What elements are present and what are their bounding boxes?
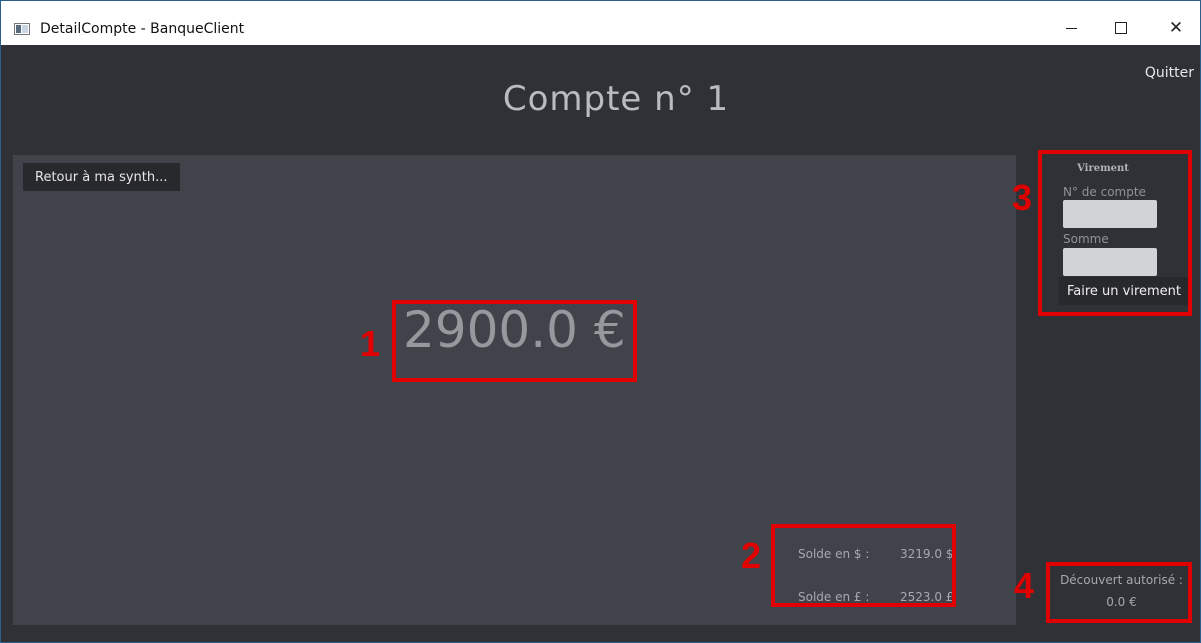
annotation-number-4: 4	[1014, 565, 1035, 606]
title-bar: DetailCompte - BanqueClient ✕	[1, 1, 1200, 45]
bottom-strip	[1, 625, 1200, 642]
minimize-button[interactable]	[1051, 11, 1091, 45]
app-window-icon	[14, 23, 30, 35]
annotation-box-3	[1038, 150, 1192, 316]
close-icon: ✕	[1168, 18, 1184, 38]
maximize-button[interactable]	[1101, 11, 1141, 45]
annotation-number-3: 3	[1012, 177, 1033, 218]
header: Compte n° 1 Quitter	[1, 45, 1200, 155]
minimize-icon	[1065, 27, 1077, 29]
close-button[interactable]: ✕	[1156, 11, 1196, 45]
annotation-box-4	[1046, 562, 1192, 623]
page-title: Compte n° 1	[502, 79, 730, 119]
back-to-summary-button[interactable]: Retour à ma synth...	[23, 163, 180, 191]
annotation-number-1: 1	[360, 323, 381, 364]
window-title: DetailCompte - BanqueClient	[40, 21, 245, 37]
annotation-box-2	[771, 524, 956, 607]
maximize-icon	[1115, 22, 1127, 34]
annotation-box-1	[392, 300, 637, 382]
quit-button[interactable]: Quitter	[1145, 65, 1194, 81]
annotation-number-2: 2	[741, 535, 762, 576]
